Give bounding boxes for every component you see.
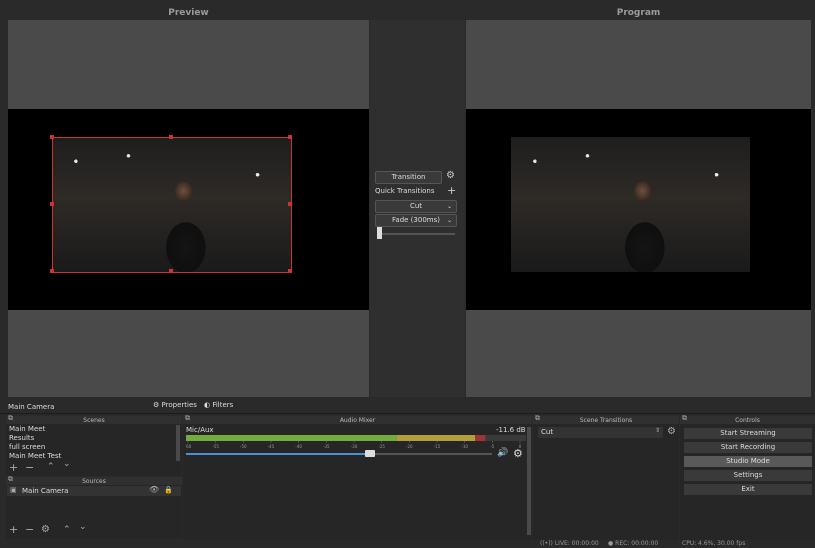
meter-tick-label: -40 (295, 444, 302, 449)
record-dot-icon: ● (608, 540, 614, 547)
transition-button[interactable]: Transition (375, 171, 442, 184)
resize-handle[interactable] (50, 202, 54, 206)
meter-tick-label: -60 (186, 444, 192, 449)
properties-button[interactable]: ⚙ Properties (153, 401, 197, 412)
down-arrow-icon[interactable]: ⌄ (79, 522, 87, 532)
gear-icon[interactable]: ⚙ (667, 426, 676, 437)
selection-bounding-box[interactable] (52, 137, 292, 273)
gear-icon: ⚙ (153, 401, 160, 409)
meter-tick-label: -30 (351, 444, 358, 449)
audio-mixer-scrollbar[interactable] (527, 427, 531, 535)
quick-transitions-label: Quick Transitions (375, 187, 435, 195)
spinner-icon: ⇕ (654, 427, 660, 434)
cut-transition-select[interactable]: Cut ⌄ (375, 200, 457, 213)
gear-icon[interactable]: ⚙ (513, 447, 523, 460)
filters-label: Filters (212, 401, 234, 409)
meter-tick-label: -50 (240, 444, 247, 449)
minus-icon[interactable]: − (25, 461, 34, 474)
meter-tick-label: -5 (490, 444, 494, 449)
meter-tick-label: -20 (406, 444, 413, 449)
meter-segment (396, 435, 475, 441)
broadcast-icon: ((•)) (540, 540, 553, 547)
volume-slider-handle[interactable] (364, 450, 375, 457)
meter-tick-label: -10 (461, 444, 468, 449)
meter-segment (475, 435, 486, 441)
start-streaming-button[interactable]: Start Streaming (684, 428, 812, 439)
live-time: LIVE: 00:00:00 (554, 540, 599, 547)
resize-handle[interactable] (169, 135, 173, 139)
sources-title: Sources (82, 478, 106, 485)
studio-mode-button[interactable]: Studio Mode (684, 456, 812, 467)
channel-name: Mic/Aux (186, 426, 214, 434)
rec-status: ● REC: 00:00:00 (608, 540, 658, 547)
resize-handle[interactable] (50, 135, 54, 139)
start-recording-button[interactable]: Start Recording (684, 442, 812, 453)
settings-button[interactable]: Settings (684, 470, 812, 481)
meter-segment (186, 435, 397, 441)
properties-label: Properties (161, 401, 197, 409)
speaker-icon[interactable]: 🔊 (497, 448, 508, 458)
scene-item[interactable]: full screen (9, 443, 45, 451)
audio-mixer-title: Audio Mixer (339, 417, 376, 424)
resize-handle[interactable] (288, 135, 292, 139)
up-arrow-icon[interactable]: ⌃ (47, 462, 55, 472)
scene-transitions-title: Scene Transitions (579, 417, 633, 424)
cut-option-label: Cut (409, 202, 423, 210)
fade-transition-select[interactable]: Fade (300ms) ⌄ (375, 214, 457, 227)
resize-handle[interactable] (169, 269, 173, 273)
scenes-scrollbar[interactable] (176, 425, 180, 461)
minus-icon[interactable]: − (25, 523, 34, 536)
chevron-down-icon: ⌄ (446, 203, 452, 210)
scenes-title: Scenes (83, 417, 105, 424)
plus-icon[interactable]: + (9, 461, 18, 474)
scene-item[interactable]: Main Meet (9, 425, 45, 433)
meter-tick-label: -15 (434, 444, 441, 449)
source-toolbar (0, 399, 815, 414)
gear-icon[interactable]: ⚙ (446, 170, 455, 181)
filter-icon: ◐ (204, 401, 211, 409)
exit-button[interactable]: Exit (684, 484, 812, 495)
resize-handle[interactable] (288, 202, 292, 206)
source-item-label: Main Camera (22, 487, 69, 495)
meter-tick-label: -25 (378, 444, 385, 449)
scene-transition-select[interactable]: Cut ⇕ (538, 427, 663, 438)
volume-slider-fill (186, 453, 370, 455)
down-arrow-icon[interactable]: ⌄ (63, 459, 71, 469)
up-arrow-icon[interactable]: ⌃ (63, 525, 71, 535)
lock-icon[interactable]: 🔒 (164, 486, 173, 494)
resize-handle[interactable] (50, 269, 54, 273)
meter-tick-label: -45 (268, 444, 275, 449)
gear-icon[interactable]: ⚙ (41, 524, 50, 535)
selected-source-label: Main Camera (8, 403, 55, 411)
cpu-status: CPU: 4.6%, 30.00 fps (682, 540, 746, 547)
fade-option-label: Fade (300ms) (392, 216, 440, 224)
preview-title: Preview (168, 8, 209, 18)
filters-button[interactable]: ◐ Filters (204, 401, 233, 412)
program-title: Program (616, 8, 661, 18)
program-camera-source (511, 137, 750, 272)
t-bar-handle[interactable] (377, 227, 382, 239)
eye-icon[interactable]: 👁 (149, 485, 159, 494)
live-status: ((•)) LIVE: 00:00:00 (540, 540, 599, 547)
controls-title: Controls (735, 417, 760, 424)
chevron-down-icon: ⌄ (446, 217, 452, 224)
audio-meter: -60-55-50-45-40-35-30-25-20-15-10-50 (186, 435, 526, 449)
plus-icon[interactable]: + (447, 184, 456, 197)
scene-item[interactable]: Results (9, 434, 34, 442)
scene-transition-value: Cut (541, 428, 554, 436)
camera-icon: ▣ (10, 486, 17, 494)
scene-item[interactable]: Main Meet Test (9, 452, 61, 460)
meter-tick-label: -55 (212, 444, 219, 449)
meter-tick-label: -35 (323, 444, 330, 449)
t-bar-track[interactable] (377, 233, 455, 235)
plus-icon[interactable]: + (9, 523, 18, 536)
channel-level: -11.6 dB (496, 426, 526, 434)
resize-handle[interactable] (288, 269, 292, 273)
rec-time: REC: 00:00:00 (615, 540, 659, 547)
